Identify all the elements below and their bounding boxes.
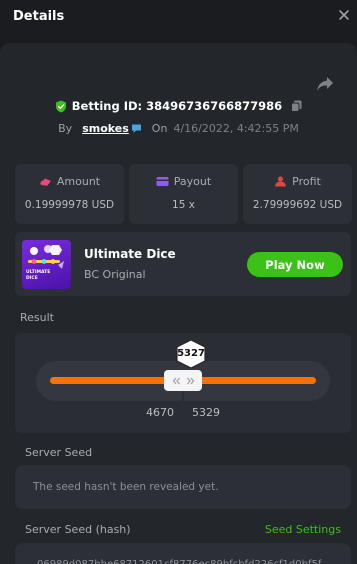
stat-amount: Amount 0.19999978 USD (15, 164, 124, 224)
range-high-value: 5329 (192, 406, 220, 419)
stat-payout-value: 15 x (172, 199, 195, 211)
game-name: Ultimate Dice (84, 247, 176, 261)
stat-payout-label: Payout (173, 175, 212, 188)
stat-payout: Payout 15 x (129, 164, 238, 224)
betting-id-row: Betting ID: 38496736766877986 (0, 98, 357, 114)
thumbnail-title: ULTIMATE DICE (26, 270, 51, 281)
betting-id: Betting ID: 38496736766877986 (71, 99, 283, 113)
server-seed-hash-value: 06989d087bbe68712601cf8776ec89bfcbfd226c… (37, 559, 321, 564)
page-title: Details (13, 9, 65, 24)
result-label: Result (20, 311, 54, 324)
server-seed-label: Server Seed (25, 446, 93, 459)
on-label: On (151, 121, 168, 135)
copy-icon[interactable] (291, 100, 302, 112)
profit-icon (275, 176, 287, 187)
close-icon[interactable] (337, 8, 351, 22)
wallet-icon (156, 177, 169, 186)
play-now-button[interactable]: Play Now (247, 252, 343, 277)
details-header: Details (0, 0, 357, 36)
result-value: 5327 (177, 348, 205, 359)
stat-profit-value: 2.79999692 USD (252, 199, 343, 211)
game-thumbnail[interactable]: ULTIMATE DICE (22, 240, 71, 289)
game-card: ULTIMATE DICE Ultimate Dice BC Original … (15, 232, 351, 296)
server-seed-text: The seed hasn't been revealed yet. (33, 481, 219, 493)
stat-amount-label: Amount (56, 175, 101, 188)
game-provider: BC Original (84, 268, 146, 281)
bet-datetime: 4/16/2022, 4:42:55 PM (173, 121, 299, 135)
coins-icon (39, 178, 51, 186)
bet-meta-row: By smokes On 4/16/2022, 4:42:55 PM (0, 120, 357, 136)
chat-bubble-icon (131, 124, 141, 133)
server-seed-hash-label: Server Seed (hash) (25, 523, 131, 536)
username-link[interactable]: smokes (82, 122, 129, 135)
seed-settings-link[interactable]: Seed Settings (265, 523, 341, 536)
dice-artwork-icon (28, 245, 64, 269)
share-icon[interactable] (316, 76, 334, 92)
stat-profit: Profit 2.79999692 USD (243, 164, 352, 224)
slider-handle[interactable] (164, 370, 202, 391)
by-label: By (58, 121, 73, 135)
chevrons-left-icon (172, 377, 180, 384)
stat-profit-label: Profit (292, 175, 321, 188)
stat-amount-value: 0.19999978 USD (24, 199, 115, 211)
chevrons-right-icon (186, 377, 194, 384)
server-seed-hash-field: 06989d087bbe68712601cf8776ec89bfcbfd226c… (15, 543, 351, 564)
result-marker (182, 391, 184, 413)
verified-shield-icon (55, 100, 66, 112)
range-low-value: 4670 (146, 406, 174, 419)
